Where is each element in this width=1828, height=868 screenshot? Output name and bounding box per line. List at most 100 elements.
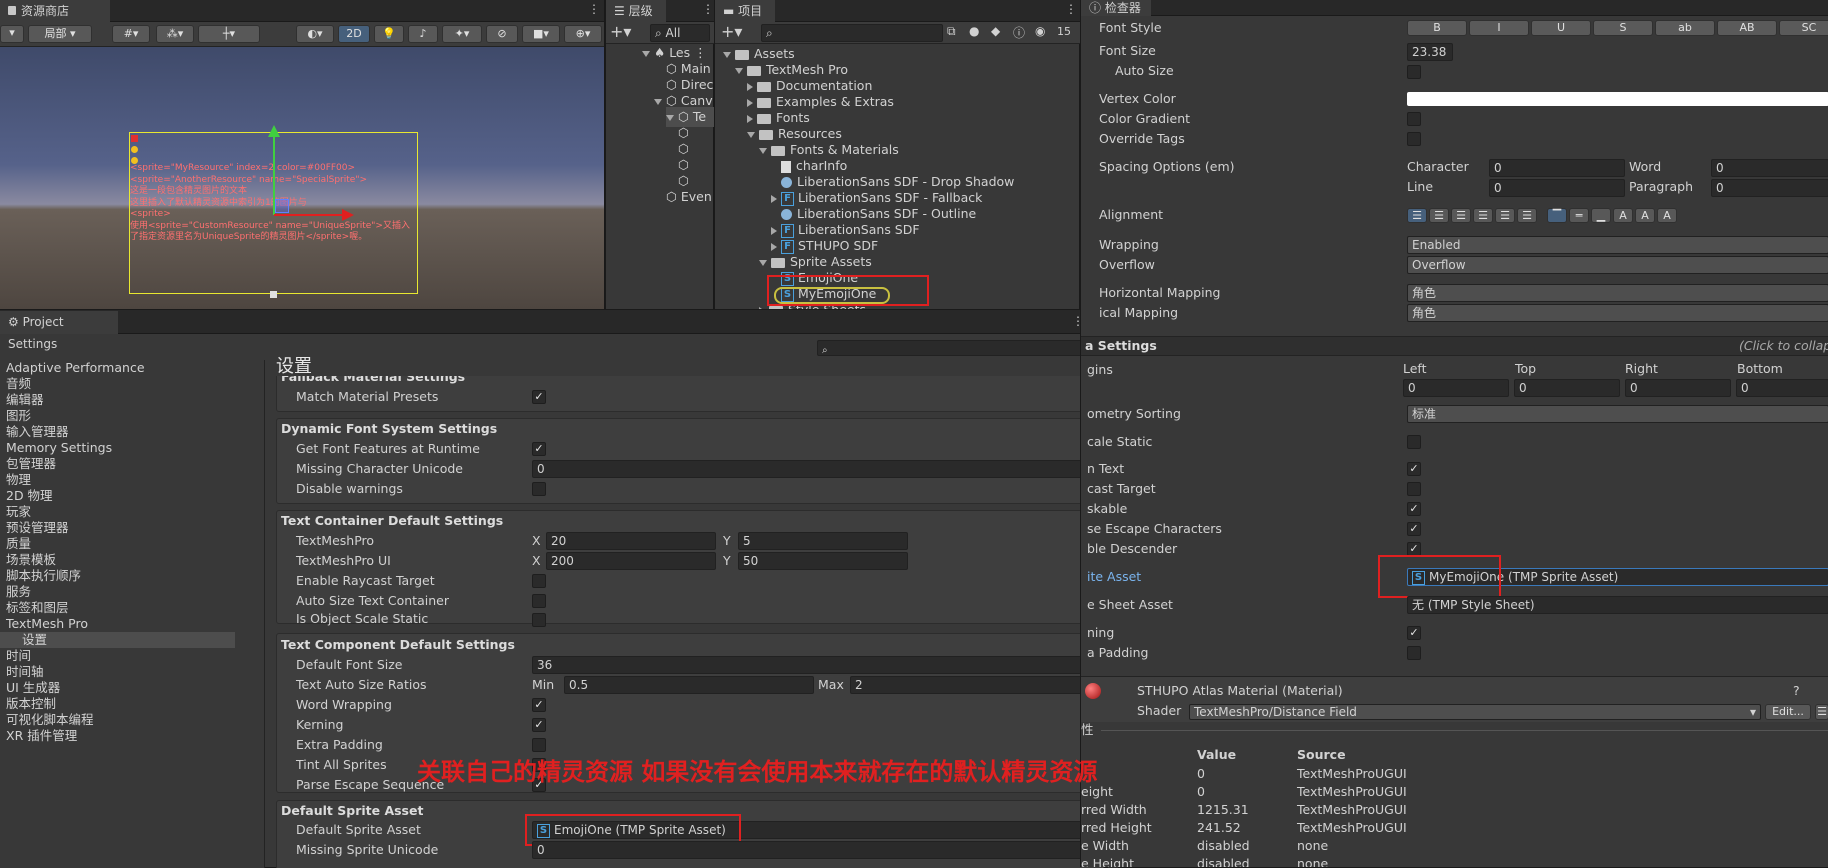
font-style-ab-button[interactable]: AB: [1717, 20, 1777, 36]
project-item[interactable]: F STHUPO SDF: [771, 238, 878, 254]
project-item[interactable]: charInfo: [771, 158, 847, 174]
project-item[interactable]: Fonts: [747, 110, 810, 126]
align-flush-icon[interactable]: ☰: [1495, 208, 1515, 223]
nav-item-selected[interactable]: 设置: [0, 632, 235, 648]
align-bottom-icon[interactable]: ▁: [1591, 208, 1611, 223]
font-style-i-button[interactable]: I: [1469, 20, 1529, 36]
vmap-dropdown[interactable]: 角色: [1407, 304, 1828, 322]
lighting-icon[interactable]: 💡: [374, 25, 404, 43]
project-item[interactable]: TextMesh Pro: [735, 62, 848, 78]
disable-warnings-checkbox[interactable]: [532, 482, 546, 496]
wrapping-dropdown[interactable]: Enabled: [1407, 236, 1828, 254]
kerning-checkbox[interactable]: ✓: [1407, 626, 1421, 640]
nav-item[interactable]: 版本控制: [6, 696, 56, 712]
nav-item[interactable]: 服务: [6, 584, 31, 600]
align-middle-icon[interactable]: ═: [1569, 208, 1589, 223]
raycast-checkbox[interactable]: [532, 574, 546, 588]
help-icon[interactable]: ?: [1793, 681, 1800, 701]
scene-viewport[interactable]: <sprite="MyResource" index=2 color=#00FF…: [0, 47, 604, 309]
missing-unicode-field[interactable]: 0: [532, 460, 1102, 478]
collapse-icon[interactable]: [771, 242, 777, 251]
audio-icon[interactable]: ♪: [408, 25, 438, 43]
margin-top-field[interactable]: 0: [1514, 379, 1620, 397]
extra-settings-header[interactable]: a Settings (Click to collaps: [1081, 336, 1828, 356]
word-wrap-checkbox[interactable]: ✓: [532, 698, 546, 712]
nav-item[interactable]: 图形: [6, 408, 31, 424]
expand-icon[interactable]: [723, 51, 731, 58]
def-font-size-field[interactable]: 36: [532, 656, 1102, 674]
color-gradient-checkbox[interactable]: [1407, 112, 1421, 126]
margin-right-field[interactable]: 0: [1625, 379, 1731, 397]
expand-icon[interactable]: [759, 147, 767, 154]
project-item[interactable]: Sprite Assets: [759, 254, 872, 270]
nav-item[interactable]: 质量: [6, 536, 31, 552]
add-icon[interactable]: +▾: [610, 22, 631, 41]
auto-size-checkbox[interactable]: [1407, 65, 1421, 79]
get-features-checkbox[interactable]: ✓: [532, 442, 546, 456]
rect-selection[interactable]: <sprite="MyResource" index=2 color=#00FF…: [129, 125, 418, 294]
expand-icon[interactable]: [747, 131, 755, 138]
nav-item[interactable]: 标签和图层: [6, 600, 69, 616]
style-sheet-field[interactable]: 无 (TMP Style Sheet): [1407, 596, 1828, 614]
extra-pad-checkbox[interactable]: [1407, 646, 1421, 660]
label-icon[interactable]: ◆: [991, 24, 1000, 38]
overflow-dropdown[interactable]: Overflow: [1407, 256, 1828, 274]
hierarchy-item[interactable]: ⬡ Even: [666, 187, 712, 207]
font-size-field[interactable]: 23.38: [1407, 43, 1453, 61]
tab-inspector[interactable]: ⓘ 检查器: [1081, 0, 1151, 16]
kebab-menu-icon[interactable]: ⋮: [694, 45, 707, 60]
info-icon[interactable]: ⓘ: [1013, 24, 1025, 41]
project-item[interactable]: Documentation: [747, 78, 872, 94]
align-baseline-icon[interactable]: A: [1613, 208, 1633, 223]
grid-snap-icon[interactable]: #▾: [112, 25, 150, 43]
project-item[interactable]: Examples & Extras: [747, 94, 894, 110]
tmp-x-field[interactable]: 20: [546, 532, 716, 550]
raycast-target-checkbox[interactable]: [1407, 482, 1421, 496]
nav-item[interactable]: 预设管理器: [6, 520, 69, 536]
search-scope-icon[interactable]: ⧉: [947, 24, 956, 39]
tab-hierarchy[interactable]: ☰ 层级: [606, 0, 666, 22]
collapse-icon[interactable]: [747, 82, 753, 91]
list-icon[interactable]: ☰: [1815, 704, 1828, 720]
objscale-checkbox[interactable]: [532, 613, 546, 627]
nav-item[interactable]: 可视化脚本编程: [6, 712, 94, 728]
nav-item[interactable]: 时间: [6, 648, 31, 664]
pivot-dropdown[interactable]: ▾: [0, 25, 24, 43]
gizmos-icon[interactable]: ⊕▾: [564, 25, 602, 43]
character-field[interactable]: 0: [1489, 159, 1625, 177]
extra-pad-checkbox[interactable]: [532, 738, 546, 752]
expand-icon[interactable]: [759, 259, 767, 266]
nav-item[interactable]: 物理: [6, 472, 31, 488]
tmp-ui-x-field[interactable]: 200: [546, 552, 716, 570]
tab-project[interactable]: ▬ 项目: [715, 0, 775, 22]
camera-icon[interactable]: ■▾: [522, 25, 560, 43]
line-field[interactable]: 0: [1489, 179, 1625, 197]
project-item[interactable]: LiberationSans SDF - Drop Shadow: [771, 174, 1014, 190]
tab-asset-store[interactable]: 资源商店: [0, 0, 110, 22]
tab-project-settings[interactable]: ⚙ Project Settings: [0, 311, 118, 351]
kebab-menu-icon[interactable]: ⋮: [702, 2, 714, 16]
align-left-icon[interactable]: ☰: [1407, 208, 1427, 223]
hierarchy-item-selected[interactable]: ⬡ Te: [666, 107, 714, 127]
move-gizmo-y-arrow[interactable]: [268, 125, 280, 137]
hmap-dropdown[interactable]: 角色: [1407, 284, 1828, 302]
nav-item[interactable]: 场景模板: [6, 552, 56, 568]
collapse-icon[interactable]: [771, 226, 777, 235]
align-capline-icon[interactable]: A: [1657, 208, 1677, 223]
effects-icon[interactable]: ✦▾: [442, 25, 482, 43]
nav-item[interactable]: 音频: [6, 376, 31, 392]
hidden-objects-icon[interactable]: ⊘: [486, 25, 518, 43]
move-gizmo-x-arrow[interactable]: [342, 209, 354, 221]
align-right-icon[interactable]: ☰: [1451, 208, 1471, 223]
nav-item[interactable]: TextMesh Pro: [6, 616, 88, 632]
nav-item[interactable]: 2D 物理: [6, 488, 53, 504]
paragraph-field[interactable]: 0: [1711, 179, 1828, 197]
collapse-icon[interactable]: [747, 98, 753, 107]
nav-item[interactable]: UI 生成器: [6, 680, 60, 696]
shading-mode-icon[interactable]: ◐▾: [296, 25, 334, 43]
visibility-icon[interactable]: ◉: [1035, 24, 1045, 38]
min-field[interactable]: 0.5: [564, 676, 814, 694]
font-style-ab-button[interactable]: ab: [1655, 20, 1715, 36]
expand-icon[interactable]: [735, 67, 743, 74]
max-field[interactable]: 2: [850, 676, 1102, 694]
